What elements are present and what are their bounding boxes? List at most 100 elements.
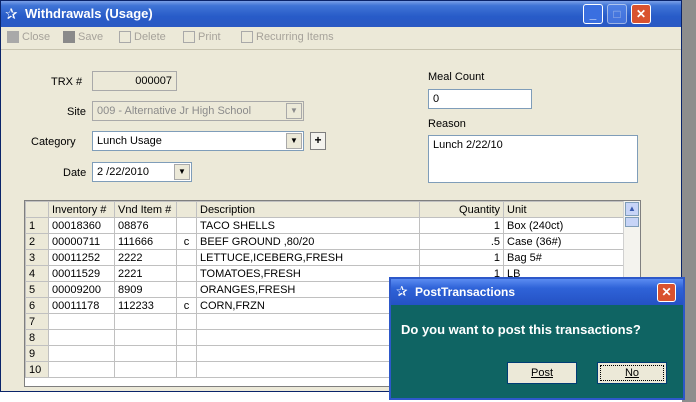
table-row[interactable]: 2 00000711 111666 c BEEF GROUND ,80/20.5 Case…: [25, 233, 627, 250]
description-cell[interactable]: [196, 345, 420, 362]
close-window-button[interactable]: ✕: [631, 4, 651, 24]
no-button[interactable]: No: [597, 362, 667, 384]
column-header[interactable]: Vnd Item #: [114, 201, 177, 218]
unit-cell[interactable]: Case (36#): [503, 233, 627, 250]
inventory-cell[interactable]: 00018360: [48, 217, 115, 234]
save-label: Save: [78, 31, 104, 43]
category-value: Lunch Usage: [97, 135, 162, 147]
row-number: 9: [25, 345, 49, 362]
row-number: 10: [25, 361, 49, 378]
table-row[interactable]: 1 00018360 08876 TACO SHELLS 1 Box (240ct): [25, 217, 627, 234]
recurring-items-label: Recurring Items: [256, 31, 334, 43]
column-header[interactable]: [176, 201, 197, 218]
description-cell[interactable]: [196, 329, 420, 346]
column-header[interactable]: Inventory #: [48, 201, 115, 218]
inventory-cell[interactable]: 00009200: [48, 281, 115, 298]
printer-icon: [183, 31, 195, 43]
post-transactions-dialog: ✰ PostTransactions ✕ Do you want to post…: [389, 277, 685, 400]
row-number: 7: [25, 313, 49, 330]
row-number: 2: [25, 233, 49, 250]
vendor-item-cell[interactable]: [114, 329, 177, 346]
dialog-close-button[interactable]: ✕: [657, 283, 676, 302]
inventory-cell[interactable]: 00011252: [48, 249, 115, 266]
list-icon: [241, 31, 253, 43]
delete-button[interactable]: Delete: [119, 31, 166, 43]
category-label: Category: [31, 136, 76, 148]
description-cell[interactable]: TOMATOES,FRESH: [196, 265, 420, 282]
description-cell[interactable]: TACO SHELLS: [196, 217, 420, 234]
floppy-disk-icon: [63, 31, 75, 43]
delete-doc-icon: [119, 31, 131, 43]
add-category-button[interactable]: +: [310, 132, 326, 150]
description-cell[interactable]: [196, 361, 420, 378]
close-button[interactable]: Close: [7, 31, 50, 43]
flag-cell[interactable]: [176, 361, 197, 378]
flag-cell[interactable]: [176, 345, 197, 362]
flag-cell[interactable]: [176, 217, 197, 234]
maximize-button[interactable]: □: [607, 4, 627, 24]
flag-cell[interactable]: [176, 313, 197, 330]
row-number: 6: [25, 297, 49, 314]
date-field[interactable]: 2 /22/2010 ▼: [92, 162, 192, 182]
description-cell[interactable]: CORN,FRZN: [196, 297, 420, 314]
vendor-item-cell[interactable]: [114, 313, 177, 330]
inventory-cell[interactable]: 00000711: [48, 233, 115, 250]
inventory-cell[interactable]: [48, 345, 115, 362]
site-select: 009 - Alternative Jr High School ▼: [92, 101, 304, 121]
description-cell[interactable]: BEEF GROUND ,80/20: [196, 233, 420, 250]
description-cell[interactable]: LETTUCE,ICEBERG,FRESH: [196, 249, 420, 266]
chevron-down-icon[interactable]: ▼: [174, 164, 190, 180]
column-header[interactable]: Unit: [503, 201, 627, 218]
flag-cell[interactable]: [176, 265, 197, 282]
unit-cell[interactable]: Bag 5#: [503, 249, 627, 266]
date-label: Date: [63, 167, 87, 179]
scroll-up-icon[interactable]: ▲: [625, 202, 639, 216]
no-label: No: [624, 367, 640, 379]
vendor-item-cell[interactable]: 2222: [114, 249, 177, 266]
vendor-item-cell[interactable]: 112233: [114, 297, 177, 314]
vendor-item-cell[interactable]: 111666: [114, 233, 177, 250]
inventory-cell[interactable]: [48, 361, 115, 378]
scroll-thumb[interactable]: [625, 217, 639, 227]
post-button[interactable]: Post: [507, 362, 577, 384]
column-header[interactable]: Description: [196, 201, 420, 218]
flag-cell[interactable]: c: [176, 297, 197, 314]
chevron-down-icon[interactable]: ▼: [286, 133, 302, 149]
description-cell[interactable]: ORANGES,FRESH: [196, 281, 420, 298]
toolbar: Close Save Delete Print Recurring Items: [1, 27, 681, 50]
flag-cell[interactable]: [176, 329, 197, 346]
print-button[interactable]: Print: [183, 31, 221, 43]
vendor-item-cell[interactable]: [114, 361, 177, 378]
flag-cell[interactable]: c: [176, 233, 197, 250]
meal-count-field[interactable]: 0: [428, 89, 532, 109]
title-bar[interactable]: ✰ Withdrawals (Usage) _ □ ✕: [1, 1, 681, 27]
quantity-cell[interactable]: 1: [419, 217, 504, 234]
description-cell[interactable]: [196, 313, 420, 330]
vendor-item-cell[interactable]: 2221: [114, 265, 177, 282]
inventory-cell[interactable]: [48, 329, 115, 346]
inventory-cell[interactable]: 00011178: [48, 297, 115, 314]
vendor-item-cell[interactable]: [114, 345, 177, 362]
flag-cell[interactable]: [176, 249, 197, 266]
quantity-cell[interactable]: .5: [419, 233, 504, 250]
column-header[interactable]: Quantity: [419, 201, 504, 218]
reason-field[interactable]: Lunch 2/22/10: [428, 135, 638, 183]
inventory-cell[interactable]: [48, 313, 115, 330]
dialog-title-bar[interactable]: ✰ PostTransactions ✕: [391, 279, 683, 305]
grid-header-row: Inventory # Vnd Item # Description Quant…: [25, 201, 627, 218]
minimize-button[interactable]: _: [583, 4, 603, 24]
unit-cell[interactable]: Box (240ct): [503, 217, 627, 234]
row-number: 4: [25, 265, 49, 282]
quantity-cell[interactable]: 1: [419, 249, 504, 266]
app-star-icon: ✰: [5, 6, 18, 23]
category-select[interactable]: Lunch Usage ▼: [92, 131, 304, 151]
vendor-item-cell[interactable]: 8909: [114, 281, 177, 298]
row-number: 8: [25, 329, 49, 346]
save-button[interactable]: Save: [63, 31, 103, 43]
table-row[interactable]: 3 00011252 2222 LETTUCE,ICEBERG,FRESH 1 Bag 5…: [25, 249, 627, 266]
flag-cell[interactable]: [176, 281, 197, 298]
vendor-item-cell[interactable]: 08876: [114, 217, 177, 234]
close-label: Close: [22, 31, 51, 43]
inventory-cell[interactable]: 00011529: [48, 265, 115, 282]
recurring-items-button[interactable]: Recurring Items: [241, 31, 334, 43]
